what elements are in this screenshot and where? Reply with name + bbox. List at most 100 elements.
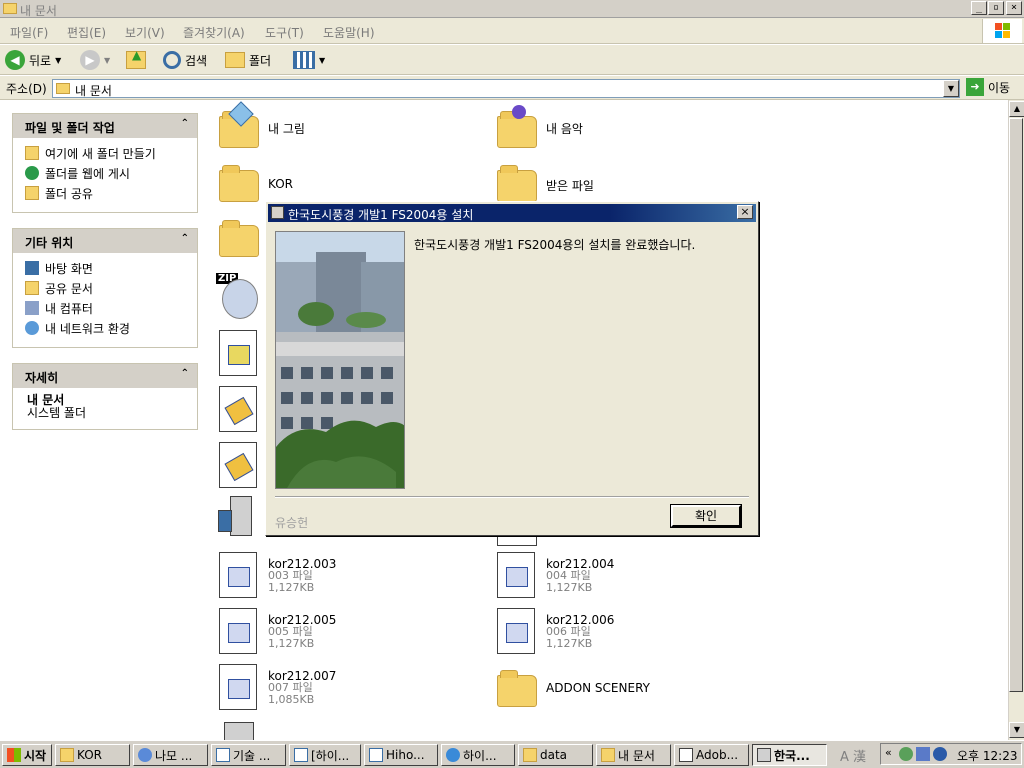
kor212-004-file-icon[interactable] [497,552,535,598]
ok-button[interactable]: 확인 [670,504,742,528]
taskbar-button-korea-setup[interactable]: 한국... [752,744,827,766]
script-file-icon[interactable] [219,442,257,488]
installer-icon [271,206,284,219]
menu-favorites[interactable]: 즐겨찾기(A) [183,24,245,41]
go-button[interactable]: ➜ 이동 [966,78,1010,96]
place-desktop-label: 바탕 화면 [45,261,93,276]
addon-scenery-folder-icon[interactable] [497,670,537,707]
place-desktop[interactable]: 바탕 화면 [13,258,197,278]
menu-help[interactable]: 도움말(H) [323,24,375,41]
folder-icon [25,281,39,295]
my-pictures-folder-icon[interactable] [219,101,259,148]
addon-scenery-label[interactable]: ADDON SCENERY [546,681,650,695]
details-title: 자세히 [25,371,59,385]
taskbar-button-tech[interactable]: 기술 ... [211,744,286,766]
scroll-down-button[interactable]: ▼ [1009,722,1024,738]
my-music-folder-icon[interactable] [497,105,537,148]
scroll-up-button[interactable]: ▲ [1009,101,1024,117]
details-header[interactable]: 자세히 ⌃ [13,364,197,388]
task-pane: 파일 및 폴더 작업 ⌃ 여기에 새 폴더 만들기 폴더를 웹에 게시 폴더 공… [0,100,210,740]
file-icon-partial[interactable] [224,722,254,740]
folder-icon[interactable] [219,220,259,257]
kor-folder-icon[interactable] [219,165,259,202]
taskbar-button-data[interactable]: data [518,744,593,766]
dropdown-arrow-icon: ▼ [55,55,62,65]
taskbar-button-namo[interactable]: 나모 ... [133,744,208,766]
taskbar-button-hi2[interactable]: 하이... [441,744,515,766]
menu-file[interactable]: 파일(F) [10,24,48,41]
menu-tools[interactable]: 도구(T) [265,24,304,41]
zip-archive-icon[interactable]: ZIP [216,273,260,321]
kor212-006-file-icon[interactable] [497,608,535,654]
scrollbar-thumb[interactable] [1009,118,1023,692]
folder-icon [60,748,74,762]
kor212-005-size: 1,127KB [268,637,315,650]
forward-button[interactable]: ▶ ▼ [80,49,110,71]
minimize-button[interactable]: _ [971,1,987,15]
file-folder-tasks-header[interactable]: 파일 및 폴더 작업 ⌃ [13,114,197,138]
windows-logo-icon [7,748,21,762]
other-places-header[interactable]: 기타 위치 ⌃ [13,229,197,253]
installer-icon[interactable] [216,496,260,544]
tray-app-icon[interactable] [899,747,913,761]
dialog-close-button[interactable]: × [737,205,753,219]
up-folder-button[interactable]: ▲ [126,48,146,71]
taskbar-button-label: [하이... [311,748,350,763]
tray-browser-icon[interactable] [933,747,947,761]
my-music-label[interactable]: 내 음악 [546,120,583,137]
taskbar-button-hi1[interactable]: [하이... [289,744,361,766]
search-button[interactable]: 검색 [163,49,207,71]
details-box: 자세히 ⌃ 내 문서 시스템 폴더 [12,363,198,430]
installer-icon [757,748,771,762]
folder-icon [523,748,537,762]
place-my-computer[interactable]: 내 컴퓨터 [13,298,197,318]
back-button[interactable]: ◀ 뒤로 ▼ [5,49,61,71]
tray-expand-button[interactable]: « [885,746,892,759]
address-input[interactable]: 내 문서 ▼ [52,79,960,98]
folders-icon [225,52,245,68]
address-label: 주소(D) [6,82,47,96]
taskbar-button-label: 한국... [774,748,810,763]
start-label: 시작 [24,748,47,763]
kor212-005-file-icon[interactable] [219,608,257,654]
task-new-folder[interactable]: 여기에 새 폴더 만들기 [13,143,197,163]
kor212-007-file-icon[interactable] [219,664,257,710]
tray-network-icon[interactable] [916,747,930,761]
taskbar-button-my-documents[interactable]: 내 문서 [596,744,671,766]
globe-icon [25,166,39,180]
views-button[interactable]: ▼ [293,49,325,71]
menu-edit[interactable]: 편집(E) [67,24,106,41]
back-label: 뒤로 [29,53,52,68]
taskbar-button-label: KOR [77,748,102,762]
address-dropdown-button[interactable]: ▼ [943,80,959,97]
taskbar-button-label: 하이... [463,748,497,763]
close-button[interactable]: × [1006,1,1022,15]
received-files-folder-icon[interactable] [497,165,537,202]
dropdown-arrow-icon: ▼ [104,55,111,65]
kor212-004-size: 1,127KB [546,581,593,594]
start-button[interactable]: 시작 [2,744,52,766]
script-file-icon[interactable] [219,386,257,432]
task-share-folder[interactable]: 폴더 공유 [13,183,197,203]
taskbar-button-adobe[interactable]: Adob... [674,744,749,766]
taskbar-button-hiho[interactable]: Hiho... [364,744,438,766]
received-files-label[interactable]: 받은 파일 [546,177,594,194]
setup-file-icon[interactable] [219,330,257,376]
taskbar-button-kor[interactable]: KOR [55,744,130,766]
building-photo-image [276,232,404,488]
share-folder-icon [25,186,39,200]
toolbar: ◀ 뒤로 ▼ ▶ ▼ ▲ 검색 폴더 ▼ [0,45,1024,75]
back-arrow-icon: ◀ [5,50,25,70]
place-network[interactable]: 내 네트워크 환경 [13,318,197,338]
folders-button[interactable]: 폴더 [225,49,271,71]
task-publish-web[interactable]: 폴더를 웹에 게시 [13,163,197,183]
place-shared-docs[interactable]: 공유 문서 [13,278,197,298]
kor212-007-size: 1,085KB [268,693,315,706]
restore-button[interactable]: ▫ [988,1,1004,15]
kor-folder-label[interactable]: KOR [268,177,293,191]
system-tray: « 오후 12:23 [880,743,1022,765]
kor212-003-file-icon[interactable] [219,552,257,598]
my-pictures-label[interactable]: 내 그림 [268,120,305,137]
menu-view[interactable]: 보기(V) [125,24,165,41]
ime-language-indicator[interactable]: A 漢 [840,746,866,765]
